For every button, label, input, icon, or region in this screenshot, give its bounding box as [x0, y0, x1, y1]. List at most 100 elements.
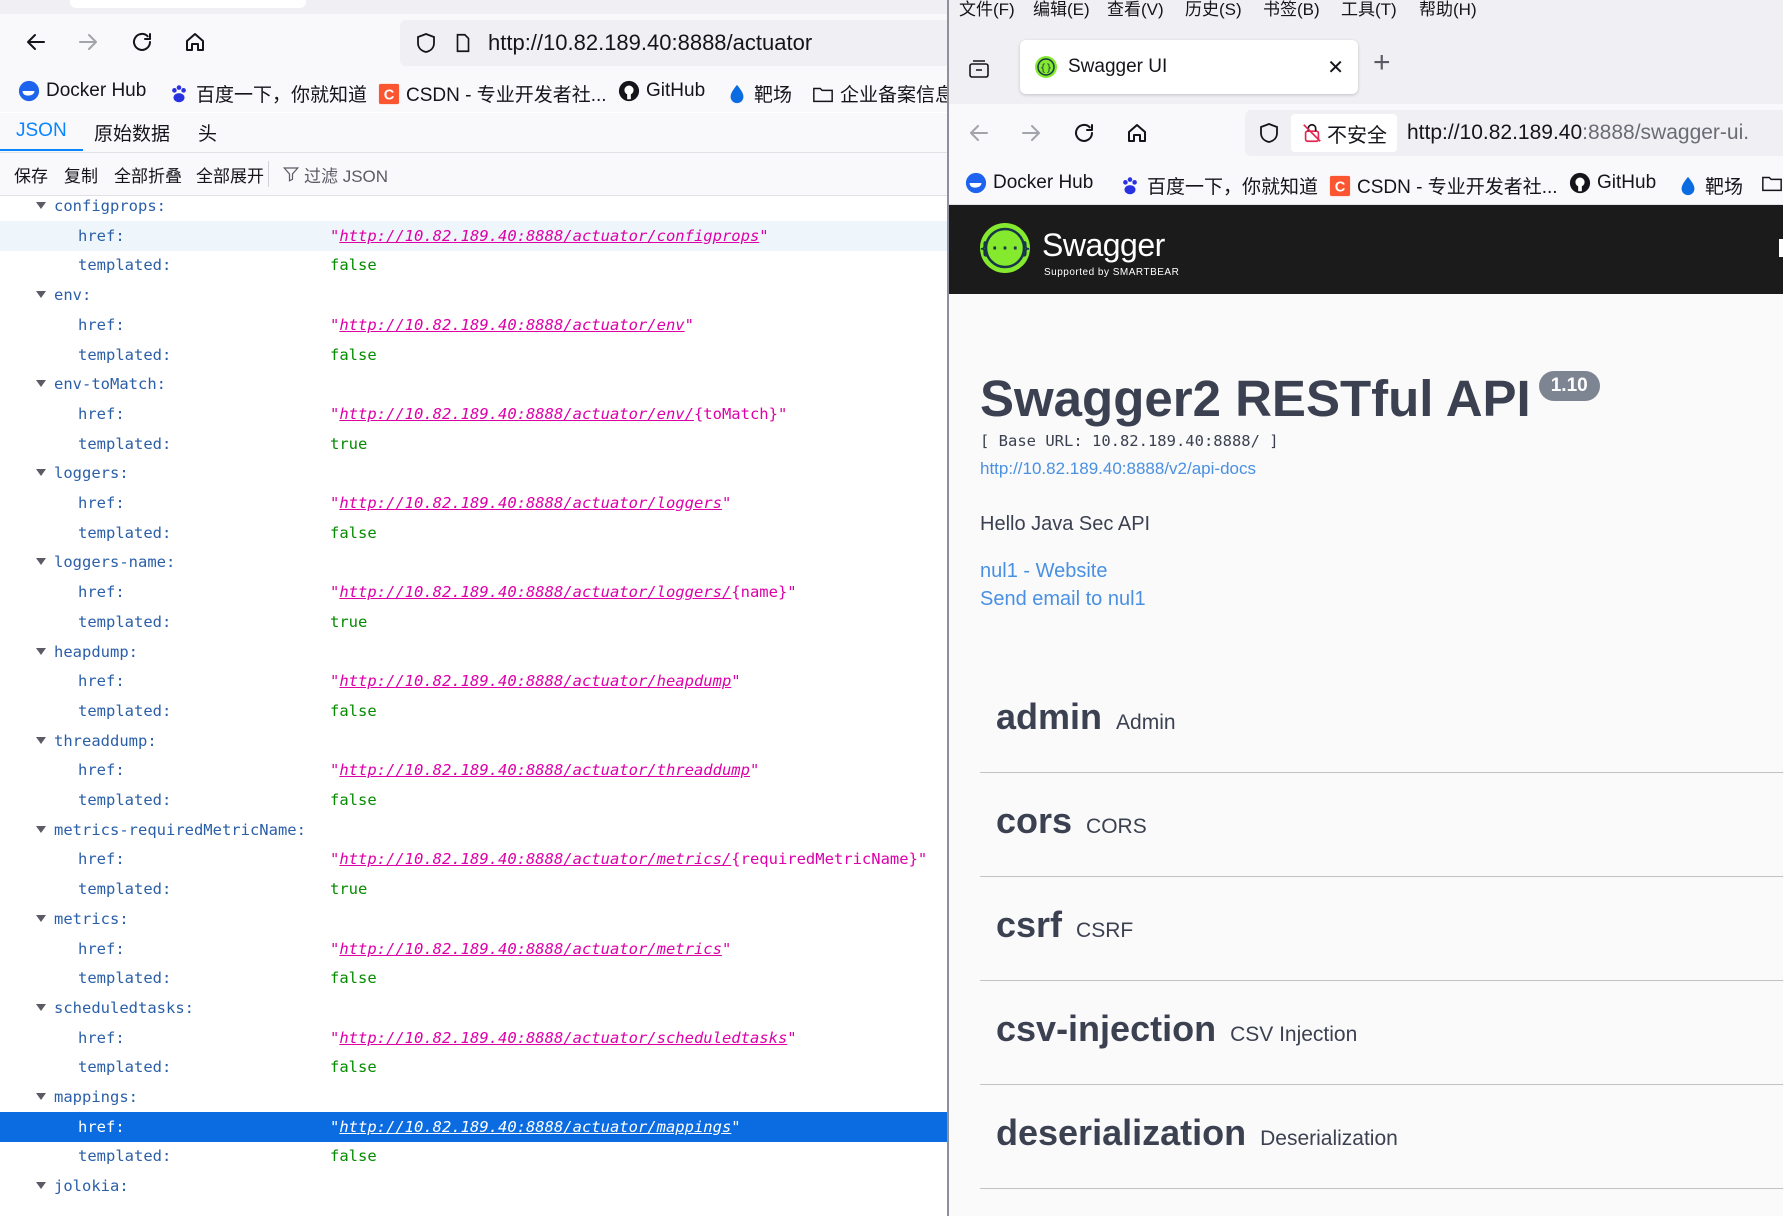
- bookmark-csdn[interactable]: C CSDN - 专业开发者社...: [378, 80, 607, 107]
- menu-file[interactable]: 文件(F): [959, 0, 1015, 20]
- json-templated-row[interactable]: templated: true: [0, 874, 947, 904]
- bookmark-baidu[interactable]: 百度一下，你就知道: [168, 80, 367, 107]
- swagger-logo-icon[interactable]: {···}: [979, 222, 1031, 274]
- expand-toggle-icon[interactable]: [36, 647, 46, 655]
- menu-tools[interactable]: 工具(T): [1341, 0, 1397, 20]
- json-object-row[interactable]: loggers-name:: [0, 547, 947, 577]
- json-templated-row[interactable]: templated: false: [0, 250, 947, 280]
- href-link[interactable]: http://10.82.189.40:8888/actuator/logger…: [339, 583, 731, 601]
- json-href-row[interactable]: href: "http://10.82.189.40:8888/actuator/…: [0, 488, 947, 518]
- expand-toggle-icon[interactable]: [36, 558, 46, 566]
- tag-title[interactable]: cors CORS: [996, 800, 1147, 842]
- save-button[interactable]: 保存: [14, 153, 48, 195]
- tag-section-deserialization[interactable]: deserialization Deserialization: [980, 1084, 1783, 1189]
- json-object-row[interactable]: threaddump:: [0, 726, 947, 756]
- href-link[interactable]: http://10.82.189.40:8888/actuator/metric…: [339, 940, 722, 958]
- left-url-text[interactable]: http://10.82.189.40:8888/actuator: [488, 30, 812, 56]
- bookmark-folder[interactable]: [1761, 172, 1783, 194]
- filter-json-input[interactable]: 过滤 JSON: [282, 153, 388, 195]
- href-link[interactable]: http://10.82.189.40:8888/actuator/metric…: [339, 850, 731, 868]
- bookmark-folder[interactable]: 企业备案信息: [812, 80, 947, 107]
- json-href-row[interactable]: href: "http://10.82.189.40:8888/actuator/…: [0, 1111, 947, 1142]
- json-href-row[interactable]: href: "http://10.82.189.40:8888/actuator/…: [0, 399, 947, 429]
- left-active-tab[interactable]: [70, 0, 306, 8]
- tab-json[interactable]: JSON: [0, 113, 83, 151]
- bookmark-range[interactable]: 靶场: [726, 80, 792, 107]
- json-templated-row[interactable]: templated: false: [0, 696, 947, 726]
- json-href-row[interactable]: href: "http://10.82.189.40:8888/actuator/…: [0, 1023, 947, 1053]
- shield-icon[interactable]: [414, 31, 438, 55]
- menu-view[interactable]: 查看(V): [1107, 0, 1164, 20]
- expand-toggle-icon[interactable]: [36, 736, 46, 744]
- json-href-row[interactable]: href: "http://10.82.189.40:8888/actuator/…: [0, 666, 947, 696]
- tag-title[interactable]: admin Admin: [996, 696, 1176, 738]
- href-link[interactable]: http://10.82.189.40:8888/actuator/schedu…: [339, 1029, 787, 1047]
- collapse-all-button[interactable]: 全部折叠: [114, 153, 182, 195]
- json-object-row[interactable]: configprops:: [0, 196, 947, 221]
- json-object-row[interactable]: heapdump:: [0, 637, 947, 667]
- tag-section-csrf[interactable]: csrf CSRF: [980, 876, 1783, 981]
- tab-raw-data[interactable]: 原始数据: [78, 113, 186, 151]
- tag-title[interactable]: deserialization Deserialization: [996, 1112, 1398, 1154]
- expand-toggle-icon[interactable]: [36, 202, 46, 209]
- menu-history[interactable]: 历史(S): [1185, 0, 1242, 20]
- href-link[interactable]: http://10.82.189.40:8888/actuator/mappin…: [339, 1118, 731, 1136]
- back-icon[interactable]: [16, 22, 56, 62]
- tab-overview-icon[interactable]: [959, 50, 999, 90]
- shield-icon[interactable]: [1257, 121, 1281, 145]
- tag-section-csv-injection[interactable]: csv-injection CSV Injection: [980, 980, 1783, 1085]
- json-object-row[interactable]: jolokia:: [0, 1171, 947, 1201]
- left-url-bar[interactable]: http://10.82.189.40:8888/actuator: [400, 20, 947, 66]
- close-tab-icon[interactable]: ✕: [1327, 55, 1344, 80]
- expand-toggle-icon[interactable]: [36, 291, 46, 299]
- json-href-row[interactable]: href: "http://10.82.189.40:8888/actuator/…: [0, 220, 947, 251]
- expand-toggle-icon[interactable]: [36, 469, 46, 477]
- json-object-row[interactable]: loggers:: [0, 458, 947, 488]
- expand-toggle-icon[interactable]: [36, 1182, 46, 1190]
- href-link[interactable]: http://10.82.189.40:8888/actuator/env/: [339, 405, 694, 423]
- expand-all-button[interactable]: 全部展开: [196, 153, 264, 195]
- json-templated-row[interactable]: templated: false: [0, 340, 947, 370]
- tag-title[interactable]: csv-injection CSV Injection: [996, 1008, 1357, 1050]
- insecure-badge[interactable]: 不安全: [1291, 114, 1397, 152]
- json-object-row[interactable]: env-toMatch:: [0, 369, 947, 399]
- swagger-ui-tab[interactable]: {} Swagger UI ✕: [1020, 40, 1358, 94]
- forward-icon[interactable]: [1011, 113, 1051, 153]
- right-url-text[interactable]: http://10.82.189.40:8888/swagger-ui.: [1407, 121, 1749, 145]
- menu-edit[interactable]: 编辑(E): [1033, 0, 1090, 20]
- back-icon[interactable]: [959, 113, 999, 153]
- right-url-bar[interactable]: 不安全 http://10.82.189.40:8888/swagger-ui.: [1245, 110, 1783, 156]
- expand-toggle-icon[interactable]: [36, 914, 46, 922]
- expand-toggle-icon[interactable]: [36, 380, 46, 388]
- expand-toggle-icon[interactable]: [36, 825, 46, 833]
- new-tab-icon[interactable]: +: [1373, 48, 1391, 78]
- json-object-row[interactable]: metrics-requiredMetricName:: [0, 815, 947, 845]
- expand-toggle-icon[interactable]: [36, 1003, 46, 1011]
- home-icon[interactable]: [1117, 113, 1157, 153]
- json-object-row[interactable]: mappings:: [0, 1082, 947, 1112]
- json-templated-row[interactable]: templated: false: [0, 1052, 947, 1082]
- json-href-row[interactable]: href: "http://10.82.189.40:8888/actuator/…: [0, 844, 947, 874]
- website-link[interactable]: nul1 - Website: [980, 560, 1107, 583]
- bookmark-docker-hub[interactable]: Docker Hub: [18, 80, 146, 102]
- bookmark-github[interactable]: GitHub: [1569, 172, 1656, 194]
- json-templated-row[interactable]: templated: true: [0, 607, 947, 637]
- bookmark-range[interactable]: 靶场: [1677, 172, 1743, 199]
- tag-section-admin[interactable]: admin Admin: [980, 668, 1783, 773]
- json-templated-row[interactable]: templated: false: [0, 785, 947, 815]
- href-link[interactable]: http://10.82.189.40:8888/actuator/config…: [339, 227, 759, 245]
- bookmark-csdn[interactable]: C CSDN - 专业开发者社...: [1329, 172, 1558, 199]
- json-templated-row[interactable]: templated: false: [0, 1141, 947, 1171]
- href-link[interactable]: http://10.82.189.40:8888/actuator/logger…: [339, 494, 722, 512]
- bookmark-baidu[interactable]: 百度一下，你就知道: [1119, 172, 1318, 199]
- copy-button[interactable]: 复制: [64, 153, 98, 195]
- href-link[interactable]: http://10.82.189.40:8888/actuator/thread…: [339, 761, 750, 779]
- json-href-row[interactable]: href: "http://10.82.189.40:8888/actuator/…: [0, 934, 947, 964]
- json-templated-row[interactable]: templated: false: [0, 518, 947, 548]
- reload-icon[interactable]: [122, 22, 162, 62]
- menu-help[interactable]: 帮助(H): [1419, 0, 1477, 20]
- json-href-row[interactable]: href: "http://10.82.189.40:8888/actuator/…: [0, 577, 947, 607]
- json-object-row[interactable]: scheduledtasks:: [0, 993, 947, 1023]
- reload-icon[interactable]: [1064, 113, 1104, 153]
- home-icon[interactable]: [175, 22, 215, 62]
